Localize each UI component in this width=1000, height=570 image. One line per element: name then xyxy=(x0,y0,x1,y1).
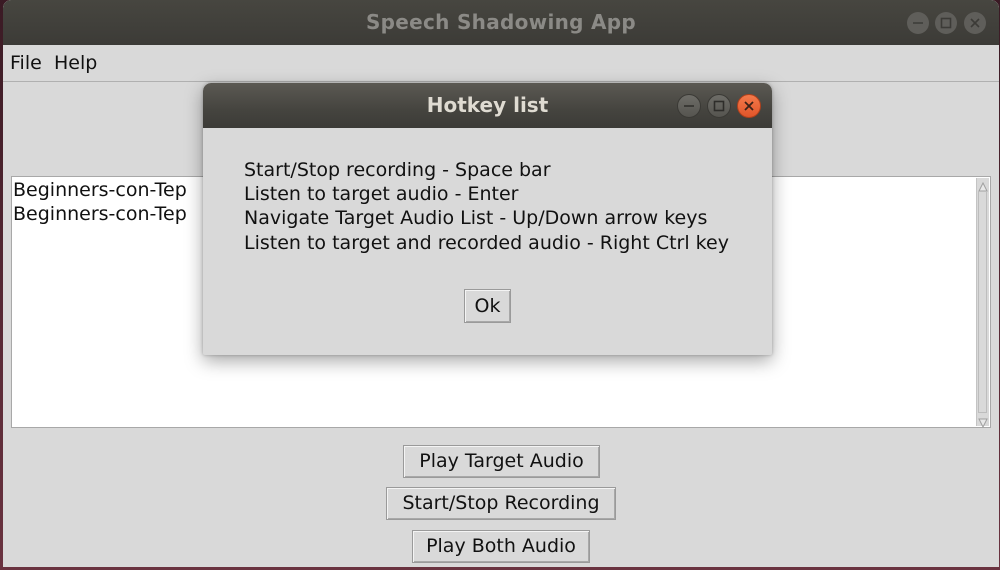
dialog-close-button[interactable] xyxy=(737,94,761,118)
hotkey-line: Navigate Target Audio List - Up/Down arr… xyxy=(244,207,708,229)
play-both-audio-button[interactable]: Play Both Audio xyxy=(412,530,590,563)
scroll-up-button[interactable] xyxy=(977,178,989,192)
start-stop-recording-button[interactable]: Start/Stop Recording xyxy=(386,487,616,520)
window-title: Speech Shadowing App xyxy=(365,10,637,34)
play-target-audio-button[interactable]: Play Target Audio xyxy=(403,445,600,478)
dialog-titlebar[interactable]: Hotkey list xyxy=(203,83,772,128)
arrow-down-icon xyxy=(978,418,988,429)
vertical-scrollbar[interactable] xyxy=(976,178,989,429)
minimize-icon xyxy=(684,105,694,107)
maximize-icon xyxy=(940,17,952,29)
hotkey-line: Start/Stop recording - Space bar xyxy=(244,159,551,181)
minimize-button[interactable] xyxy=(907,12,929,34)
dialog-maximize-button[interactable] xyxy=(707,94,731,118)
scroll-thumb[interactable] xyxy=(978,191,987,413)
hotkey-line: Listen to target and recorded audio - Ri… xyxy=(244,232,729,254)
hotkey-dialog: Hotkey list Start/Stop recording - Space… xyxy=(203,83,772,355)
maximize-icon xyxy=(713,100,725,112)
scroll-down-button[interactable] xyxy=(977,414,989,429)
menubar: File Help xyxy=(3,45,999,82)
list-item[interactable]: Beginners-con-Tep xyxy=(13,202,187,226)
list-item[interactable]: Beginners-con-Tep xyxy=(13,178,187,202)
hotkey-line: Listen to target audio - Enter xyxy=(244,183,519,205)
dialog-minimize-button[interactable] xyxy=(677,94,701,118)
close-icon xyxy=(970,18,980,28)
menu-file[interactable]: File xyxy=(10,45,42,81)
close-icon xyxy=(744,101,754,111)
ok-button[interactable]: Ok xyxy=(464,289,511,323)
minimize-icon xyxy=(913,22,923,24)
maximize-button[interactable] xyxy=(935,12,957,34)
main-titlebar[interactable]: Speech Shadowing App xyxy=(3,0,999,45)
close-button[interactable] xyxy=(964,12,986,34)
menu-help[interactable]: Help xyxy=(54,45,97,81)
